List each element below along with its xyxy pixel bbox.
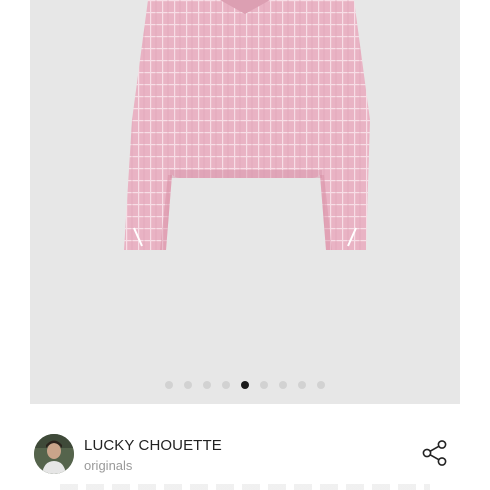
carousel-dots: [30, 381, 460, 391]
seller-avatar[interactable]: [34, 434, 74, 474]
carousel-dot[interactable]: [222, 381, 230, 389]
jacket-illustration: [124, 0, 370, 250]
carousel-dot[interactable]: [203, 381, 211, 389]
carousel-dot[interactable]: [279, 381, 287, 389]
seller-row: LUCKY CHOUETTE originals: [30, 404, 460, 490]
seller-subtitle: originals: [84, 458, 133, 473]
share-button[interactable]: [420, 438, 450, 468]
seller-name[interactable]: LUCKY CHOUETTE: [84, 437, 222, 454]
avatar-icon: [34, 434, 74, 474]
carousel-dot[interactable]: [165, 381, 173, 389]
cut-off-description: [60, 484, 430, 490]
carousel-dot[interactable]: [317, 381, 325, 389]
carousel-dot[interactable]: [298, 381, 306, 389]
carousel-dot[interactable]: [260, 381, 268, 389]
share-icon: [422, 440, 447, 466]
carousel-dot[interactable]: [184, 381, 192, 389]
carousel-dot-active[interactable]: [241, 381, 249, 389]
product-image[interactable]: [30, 0, 460, 404]
